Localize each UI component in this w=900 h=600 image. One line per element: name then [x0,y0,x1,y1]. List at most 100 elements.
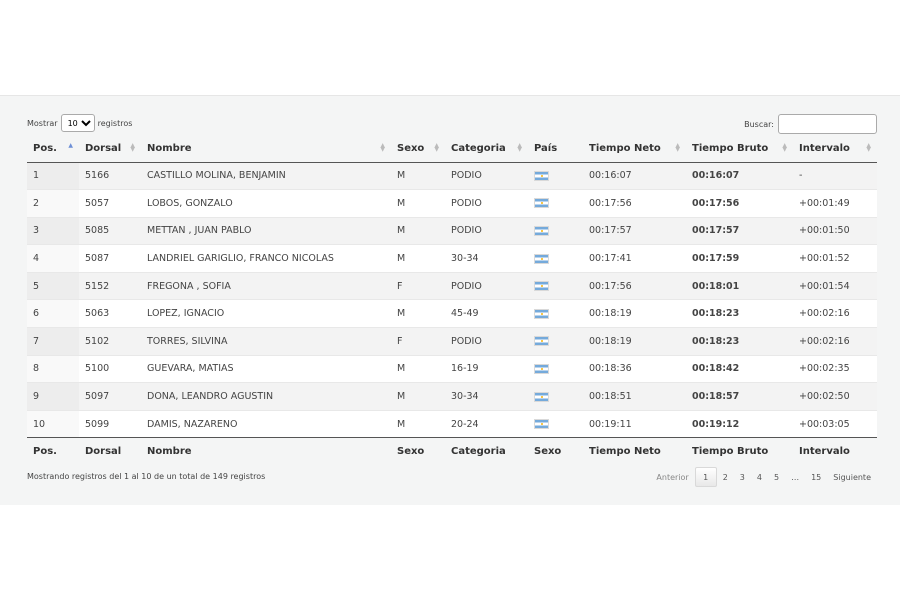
cell-pos: 4 [27,244,79,273]
cell-bruto: 00:18:23 [686,327,793,356]
cell-pais [528,189,583,218]
cell-nombre: GUEVARA, MATIAS [141,354,391,383]
cell-nombre: DAMIS, NAZARENO [141,409,391,438]
column-header-nombre[interactable]: Nombre ▲ ▼ [141,135,391,163]
table-controls: Mostrar 10 registros Buscar: [27,114,877,134]
cell-neto: 00:18:51 [583,382,686,411]
column-header-categoria[interactable]: Categoria ▲ ▼ [445,135,528,163]
sort-icon: ▲ ▼ [434,142,439,153]
cell-dorsal: 5166 [79,161,141,190]
argentina-flag-icon [534,281,549,292]
table-row[interactable]: 10 5099 DAMIS, NAZARENO M 20-24 00:19:11 00:19… [27,409,877,438]
cell-neto: 00:19:11 [583,409,686,438]
cell-intervalo: +00:02:16 [793,299,877,328]
cell-pos: 8 [27,354,79,383]
column-header-pos[interactable]: Pos. ▲ [27,135,79,163]
cell-sexo: M [391,409,445,438]
cell-intervalo: +00:02:16 [793,327,877,356]
argentina-flag-icon [534,198,549,209]
cell-intervalo: +00:02:50 [793,382,877,411]
cell-intervalo: +00:02:35 [793,354,877,383]
argentina-flag-icon [534,308,549,319]
cell-categoria: PODIO [445,216,528,245]
cell-pos: 5 [27,271,79,300]
pagination-page[interactable]: 3 [734,467,751,487]
cell-pos: 6 [27,299,79,328]
pagination-page[interactable]: 4 [751,467,768,487]
cell-intervalo: - [793,161,877,190]
argentina-flag-icon [534,170,549,181]
column-header-neto[interactable]: Tiempo Neto ▲ ▼ [583,135,686,163]
cell-neto: 00:17:56 [583,189,686,218]
table-row[interactable]: 3 5085 METTAN , JUAN PABLO M PODIO 00:17:57 00… [27,216,877,245]
cell-intervalo: +00:01:54 [793,271,877,300]
pagination-page[interactable]: 2 [717,467,734,487]
length-prefix: Mostrar [27,118,58,128]
cell-categoria: 45-49 [445,299,528,328]
table-row[interactable]: 5 5152 FREGONA , SOFIA F PODIO 00:17:56 00:18:… [27,271,877,300]
table-row[interactable]: 8 5100 GUEVARA, MATIAS M 16-19 00:18:36 00:18:… [27,354,877,383]
pagination-page[interactable]: 5 [768,467,785,487]
cell-dorsal: 5063 [79,299,141,328]
footer-header-nombre: Nombre [141,437,391,465]
cell-pais [528,354,583,383]
cell-nombre: LOBOS, GONZALO [141,189,391,218]
cell-categoria: PODIO [445,327,528,356]
cell-neto: 00:16:07 [583,161,686,190]
table-row[interactable]: 7 5102 TORRES, SILVINA F PODIO 00:18:19 00:18:… [27,327,877,356]
sort-icon: ▲ ▼ [380,142,385,153]
cell-bruto: 00:18:42 [686,354,793,383]
column-header-intervalo[interactable]: Intervalo ▲ ▼ [793,135,877,163]
column-header-sexo[interactable]: Sexo ▲ ▼ [391,135,445,163]
pagination-page[interactable]: 15 [805,467,827,487]
cell-pos: 10 [27,409,79,438]
cell-dorsal: 5102 [79,327,141,356]
pagination-previous[interactable]: Anterior [650,467,694,487]
page-length-select[interactable]: 10 [60,114,95,132]
argentina-flag-icon [534,225,549,236]
cell-sexo: F [391,271,445,300]
cell-neto: 00:18:36 [583,354,686,383]
cell-pos: 7 [27,327,79,356]
cell-neto: 00:18:19 [583,327,686,356]
cell-sexo: F [391,327,445,356]
cell-sexo: M [391,189,445,218]
cell-pais [528,271,583,300]
cell-pos: 1 [27,161,79,190]
cell-pais [528,161,583,190]
cell-bruto: 00:17:56 [686,189,793,218]
search-input[interactable] [778,114,877,134]
cell-intervalo: +00:03:05 [793,409,877,438]
table-row[interactable]: 1 5166 CASTILLO MOLINA, BENJAMIN M PODIO 00:1… [27,161,877,190]
cell-neto: 00:17:41 [583,244,686,273]
cell-sexo: M [391,244,445,273]
cell-bruto: 00:17:59 [686,244,793,273]
cell-nombre: METTAN , JUAN PABLO [141,216,391,245]
cell-pos: 9 [27,382,79,411]
column-header-dorsal[interactable]: Dorsal ▲ ▼ [79,135,141,163]
page-length-control: Mostrar 10 registros [27,114,132,132]
length-suffix: registros [97,118,133,128]
table-row[interactable]: 4 5087 LANDRIEL GARIGLIO, FRANCO NICOLAS M 3… [27,244,877,273]
sort-icon: ▲ ▼ [517,142,522,153]
cell-categoria: PODIO [445,161,528,190]
cell-categoria: PODIO [445,189,528,218]
cell-intervalo: +00:01:50 [793,216,877,245]
search-control: Buscar: [744,114,877,134]
table-row[interactable]: 2 5057 LOBOS, GONZALO M PODIO 00:17:56 00:17:5… [27,189,877,218]
cell-nombre: LANDRIEL GARIGLIO, FRANCO NICOLAS [141,244,391,273]
pagination-page[interactable]: 1 [694,467,717,487]
pagination-next[interactable]: Siguiente [827,467,877,487]
sort-icon: ▲ ▼ [130,142,135,153]
sort-icon: ▲ ▼ [866,142,871,153]
table-row[interactable]: 6 5063 LOPEZ, IGNACIO M 45-49 00:18:19 00:18:2… [27,299,877,328]
column-header-bruto[interactable]: Tiempo Bruto ▲ ▼ [686,135,793,163]
cell-dorsal: 5152 [79,271,141,300]
column-header-pais[interactable]: País [528,135,583,163]
cell-sexo: M [391,299,445,328]
table-row[interactable]: 9 5097 DONA, LEANDRO AGUSTIN M 30-34 00:18:51… [27,382,877,411]
cell-categoria: PODIO [445,271,528,300]
footer-header-neto: Tiempo Neto [583,437,686,465]
cell-categoria: 16-19 [445,354,528,383]
cell-categoria: 30-34 [445,382,528,411]
